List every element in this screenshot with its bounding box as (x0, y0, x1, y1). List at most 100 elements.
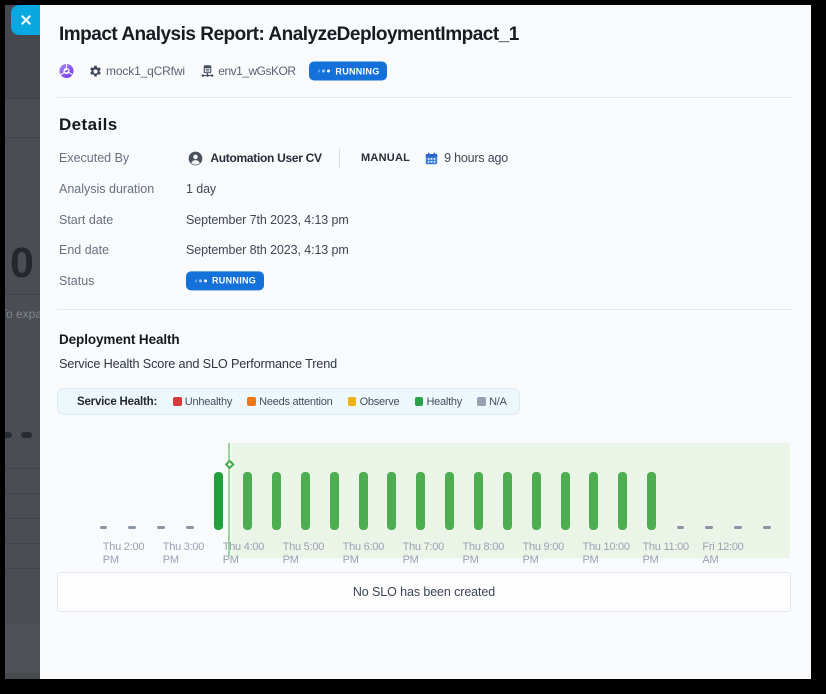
x-axis-label: Thu 4:00 PM (223, 541, 264, 566)
x-axis-label: Fri 12:00 AM (702, 541, 743, 566)
chart-health-bar (618, 472, 627, 530)
backdrop-row-line (5, 294, 40, 295)
environment-meta: env1_wGsKOR (201, 64, 295, 78)
status-label: Status (59, 274, 94, 288)
backdrop-bottom-edge (5, 673, 40, 679)
header-divider (57, 97, 793, 98)
chart-na-dash (100, 526, 108, 529)
backdrop-row-line (5, 98, 40, 99)
running-dot-icon (318, 70, 321, 73)
header-meta-row: mock1_qCRfwi env1_wGsKOR (40, 57, 811, 85)
chart-health-bar (647, 472, 656, 530)
chart-na-dash (128, 526, 136, 529)
backdrop-row-line (5, 518, 40, 519)
start-date-label: Start date (59, 213, 113, 227)
x-axis-label: Thu 5:00 PM (283, 541, 324, 566)
calendar-icon (425, 152, 438, 165)
no-slo-box: No SLO has been created (57, 572, 791, 612)
x-axis-label: Thu 9:00 PM (523, 541, 564, 566)
value-separator (339, 148, 340, 168)
chart-health-bar (330, 472, 339, 530)
running-dot-icon (195, 279, 198, 282)
running-dot-icon (327, 70, 330, 73)
backdrop-stat-value: 0 (10, 239, 33, 288)
chart-health-bar (214, 472, 223, 530)
status-badge: RUNNING (309, 62, 387, 81)
backdrop-dash (5, 432, 12, 438)
user-icon (188, 151, 203, 166)
chart-health-bar (359, 472, 368, 530)
close-icon (21, 15, 31, 25)
chart-na-dash (705, 526, 713, 529)
gear-icon (89, 65, 102, 78)
backdrop-row-line (5, 568, 40, 569)
legend-item-label: Observe (360, 396, 400, 408)
chart-health-bar (474, 472, 483, 530)
screenshot-frame: 0 To expand Impact Analysis Report: Anal… (0, 0, 826, 694)
chart-health-bar (243, 472, 252, 530)
running-dots-icon (195, 279, 207, 282)
legend-swatch-icon (415, 397, 424, 406)
chart-health-bar (445, 472, 454, 530)
legend-item-label: N/A (489, 396, 507, 408)
chart-health-bar (387, 472, 396, 530)
legend-item: Observe (348, 396, 400, 408)
status-badge-label: RUNNING (335, 66, 379, 76)
duration-label: Analysis duration (59, 182, 154, 196)
mock-label: mock1_qCRfwi (106, 64, 185, 78)
chart-health-bar (503, 472, 512, 530)
legend-item-label: Healthy (426, 396, 462, 408)
chart-na-dash (763, 526, 771, 529)
backdrop-row-line (5, 137, 40, 138)
service-health-legend: Service Health: UnhealthyNeeds attention… (57, 388, 520, 415)
start-date-value: September 7th 2023, 4:13 pm (186, 213, 349, 227)
backdrop-row-line (5, 543, 40, 544)
executed-time: 9 hours ago (444, 151, 508, 165)
status-badge-label: RUNNING (212, 276, 256, 286)
legend-item-label: Needs attention (259, 396, 332, 408)
duration-value: 1 day (186, 182, 216, 196)
x-axis-label: Thu 11:00 PM (642, 541, 688, 566)
analysis-window-band (232, 443, 791, 558)
x-axis-label: Thu 7:00 PM (403, 541, 444, 566)
deployment-marker-line (228, 443, 230, 556)
legend-item-label: Unhealthy (185, 396, 232, 408)
legend-swatch-icon (477, 397, 486, 406)
dimmed-background: 0 To expand (5, 5, 40, 679)
backdrop-hint-text: To expand (5, 307, 40, 321)
impact-analysis-app-icon (59, 64, 74, 79)
backdrop-bottom-band (5, 624, 40, 673)
legend-swatch-icon (173, 397, 182, 406)
backdrop-row-line (5, 468, 40, 469)
executed-by-value: Automation User CV MANUAL 9 hours ago (186, 148, 508, 168)
no-slo-message: No SLO has been created (353, 585, 495, 599)
x-axis-label: Thu 10:00 PM (582, 541, 629, 566)
legend-item: N/A (477, 396, 506, 408)
status-badge-details: RUNNING (186, 271, 264, 290)
x-axis-label: Thu 6:00 PM (343, 541, 384, 566)
chart-health-bar (532, 472, 541, 530)
legend-swatch-icon (348, 397, 357, 406)
chart-na-dash (677, 526, 685, 529)
environment-icon (201, 65, 214, 78)
running-dot-icon (322, 70, 325, 73)
legend-items: Unhealthy Needs attention Observe Healthy N/… (173, 396, 507, 408)
close-button[interactable] (11, 5, 40, 35)
trigger-type: MANUAL (361, 152, 410, 164)
status-value: RUNNING (186, 271, 264, 290)
x-axis-label: Thu 3:00 PM (163, 541, 204, 566)
chart-na-dash (157, 526, 165, 529)
executed-by-label: Executed By (59, 151, 129, 165)
chart-na-dash (734, 526, 742, 529)
chart-health-bar (301, 472, 310, 530)
impact-analysis-drawer: Impact Analysis Report: AnalyzeDeploymen… (40, 5, 811, 679)
x-axis-label: Thu 2:00 PM (103, 541, 144, 566)
end-date-value: September 8th 2023, 4:13 pm (186, 243, 349, 257)
page-title: Impact Analysis Report: AnalyzeDeploymen… (59, 24, 519, 46)
chart-health-bar (416, 472, 425, 530)
details-heading: Details (59, 115, 118, 135)
deployment-health-subtitle: Service Health Score and SLO Performance… (59, 357, 337, 371)
chart-na-dash (186, 526, 194, 529)
end-date-label: End date (59, 243, 109, 257)
executed-by-user: Automation User CV (210, 151, 321, 165)
